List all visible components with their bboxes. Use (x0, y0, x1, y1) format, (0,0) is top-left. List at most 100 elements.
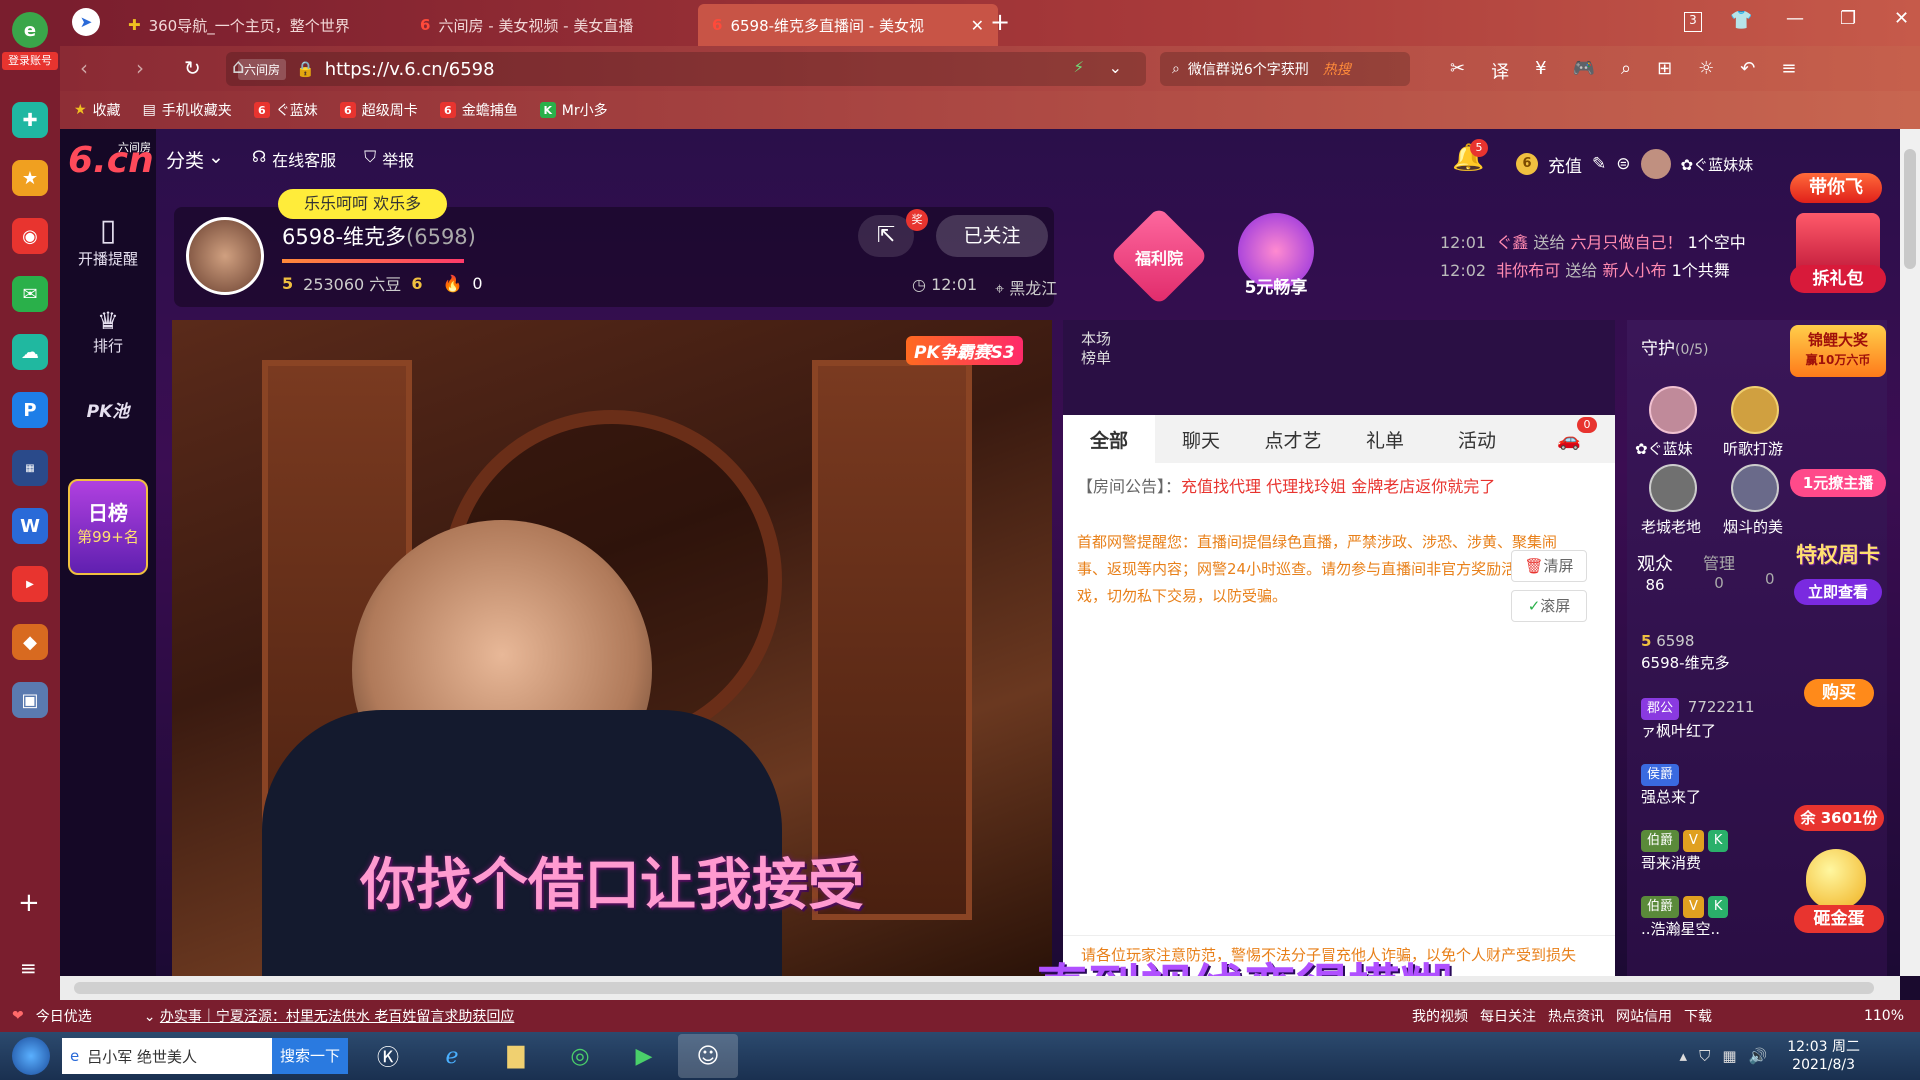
app-icon-1[interactable]: ✚ (12, 102, 48, 138)
translate-icon[interactable]: 译 (1491, 58, 1509, 84)
coin-icon[interactable]: ¥ (1535, 58, 1546, 84)
network-icon[interactable]: ▦ (1722, 1047, 1736, 1065)
folder-icon[interactable]: ▇ (486, 1034, 546, 1078)
scissors-icon[interactable]: ✂ (1450, 58, 1465, 84)
tab-gifts[interactable]: 礼单 (1339, 415, 1431, 463)
cloud-icon[interactable]: ☁ (12, 334, 48, 370)
menu-icon[interactable]: ≡ (1781, 58, 1796, 84)
bookmark-mrxiaoduo[interactable]: K Mr小多 (539, 100, 608, 120)
new-tab-icon[interactable]: + (990, 8, 1010, 36)
close-window-icon[interactable]: ✕ (1894, 8, 1909, 29)
horizontal-scrollbar[interactable] (60, 976, 1900, 1000)
vertical-scrollbar[interactable] (1900, 129, 1920, 976)
tray-up-icon[interactable]: ▴ (1680, 1047, 1688, 1065)
username[interactable]: ✿ぐ蓝妹妹 (1681, 154, 1754, 175)
day-rank-card[interactable]: 日榜 第99+名 (68, 479, 148, 575)
weekly-card-button[interactable]: 立即查看 (1794, 579, 1882, 605)
scroll-thumb[interactable] (1904, 149, 1916, 269)
star-icon[interactable]: ★ (12, 160, 48, 196)
tab-activity[interactable]: 活动 (1431, 415, 1523, 463)
clock[interactable]: 12:03 周二 2021/8/3 (1787, 1038, 1860, 1074)
magnifier-icon[interactable]: ⌕ (1621, 58, 1631, 84)
video-app-icon[interactable]: ▶ (12, 566, 48, 602)
minimize-icon[interactable]: — (1786, 8, 1804, 29)
hscroll-thumb[interactable] (74, 982, 1874, 994)
menu-icon[interactable]: ≡ (20, 956, 37, 980)
tab-count[interactable]: 3 (1684, 12, 1702, 32)
ranking-button[interactable]: ♛ 排行 (60, 307, 156, 356)
my-video-link[interactable]: 我的视频 (1412, 1006, 1468, 1026)
ie-browser-icon[interactable]: ℯ (422, 1034, 482, 1078)
five-yuan-promo[interactable]: 5元畅享 (1232, 273, 1320, 298)
gift-pack-button[interactable]: 拆礼包 (1790, 265, 1886, 293)
forward-icon[interactable]: › (136, 56, 144, 80)
close-tab-icon[interactable]: ✕ (971, 16, 984, 35)
kugou-icon[interactable]: Ⓚ (358, 1034, 418, 1078)
hot-news-link[interactable]: 热点资讯 (1548, 1006, 1604, 1026)
report-link[interactable]: ⛉ 举报 (364, 147, 414, 171)
guard-avatar[interactable] (1731, 386, 1779, 434)
browser-logo-icon[interactable]: e (12, 12, 48, 48)
game3-icon[interactable]: ▣ (12, 682, 48, 718)
site-logo[interactable]: 6.cn 六间房 (68, 139, 154, 181)
360-browser-icon[interactable]: ◎ (550, 1034, 610, 1078)
streamer-avatar[interactable] (186, 217, 264, 295)
site-credit-link[interactable]: 网站信用 (1616, 1006, 1672, 1026)
restore-icon[interactable]: ❐ (1840, 8, 1856, 29)
koi-promo[interactable]: 锦鲤大奖 赢10万六币 (1790, 325, 1886, 377)
player-icon[interactable]: ▶ (614, 1034, 674, 1078)
tab-talent[interactable]: 点才艺 (1247, 415, 1339, 463)
weibo-icon[interactable]: ◉ (12, 218, 48, 254)
pk-pool-button[interactable]: PK池 (60, 397, 156, 422)
list-item[interactable]: 5 6598 6598-维克多 (1641, 630, 1801, 696)
url-input[interactable]: 六间房 🔒 https://v.6.cn/6598 ⌄ ⚡ (226, 52, 1146, 86)
list-item[interactable]: 伯爵 V K ..浩瀚星空.. (1641, 894, 1801, 960)
search-input[interactable]: ⌕ 微信群说6个字获刑 热搜 (1160, 52, 1410, 86)
scroll-screen-button[interactable]: ✓滚屏 (1511, 590, 1587, 622)
mail-icon[interactable]: ✉ (12, 276, 48, 312)
one-yuan-promo[interactable]: 1元撩主播 (1790, 469, 1886, 497)
daily-focus-link[interactable]: 每日关注 (1480, 1006, 1536, 1026)
list-item[interactable]: 郡公 7722211 ァ枫叶红了 (1641, 696, 1801, 762)
shield-tray-icon[interactable]: ⛉ (1699, 1047, 1710, 1065)
buy-button[interactable]: 购买 (1804, 679, 1874, 707)
tab-chat[interactable]: 聊天 (1155, 415, 1247, 463)
login-account-button[interactable]: 登录账号 (2, 52, 58, 70)
fly-promo-button[interactable]: 带你飞 (1790, 173, 1882, 203)
avatar[interactable] (1640, 149, 1671, 179)
recharge-link[interactable]: 充值 (1548, 152, 1582, 177)
grid-icon[interactable]: ⊞ (1657, 58, 1672, 84)
guard-avatar[interactable] (1649, 464, 1697, 512)
navigator-icon[interactable]: ➤ (72, 8, 100, 36)
zoom-level[interactable]: 110% (1864, 1008, 1904, 1024)
add-icon[interactable]: + (18, 888, 40, 918)
guard-avatar[interactable] (1731, 464, 1779, 512)
category-menu[interactable]: 分类 ⌄ (166, 146, 224, 173)
live-reminder-button[interactable]: ▯ 开播提醒 (60, 213, 156, 269)
taskbar-search-button[interactable]: 搜索一下 (272, 1038, 348, 1074)
app-avatar-icon[interactable]: ☺ (678, 1034, 738, 1078)
dropdown-icon[interactable]: ⌄ (1109, 58, 1122, 77)
tab-2[interactable]: 6 六间房 - 美女视频 - 美女直播 (406, 4, 696, 46)
taskbar-search-input[interactable]: e 吕小军 绝世美人 (62, 1038, 272, 1074)
back-icon[interactable]: ‹ (80, 56, 88, 80)
car-icon[interactable]: 🚗 0 (1523, 415, 1615, 463)
tab-admin[interactable]: 管理 0 (1703, 550, 1735, 610)
brightness-icon[interactable]: ☼ (1698, 58, 1714, 84)
edit-icon[interactable]: ✎ (1592, 154, 1606, 174)
game-icon[interactable]: ▦ (12, 450, 48, 486)
bookmark-favorites[interactable]: ★ 收藏 (74, 100, 121, 120)
download-link[interactable]: 下载 (1684, 1006, 1712, 1026)
tab-all[interactable]: 全部 (1063, 415, 1155, 463)
video-player[interactable]: PK争霸赛S3 你找个借口让我接受 (172, 320, 1052, 976)
list-item[interactable]: 侯爵 强总来了 (1641, 762, 1801, 828)
today-picks[interactable]: 今日优选 (36, 1006, 92, 1026)
undo-icon[interactable]: ↶ (1740, 58, 1755, 84)
list-item[interactable]: 伯爵 V K 哥来消费 (1641, 828, 1801, 894)
bookmark-fishing[interactable]: 6 金蟾捕鱼 (439, 100, 518, 120)
bookmark-lanmei[interactable]: 6 ぐ蓝妹 (253, 100, 318, 120)
guard-avatar[interactable] (1649, 386, 1697, 434)
tab-3-active[interactable]: 6 6598-维克多直播间 - 美女视 ✕ (698, 4, 998, 46)
start-button[interactable] (0, 1032, 62, 1080)
smash-egg-button[interactable]: 砸金蛋 (1794, 905, 1884, 933)
